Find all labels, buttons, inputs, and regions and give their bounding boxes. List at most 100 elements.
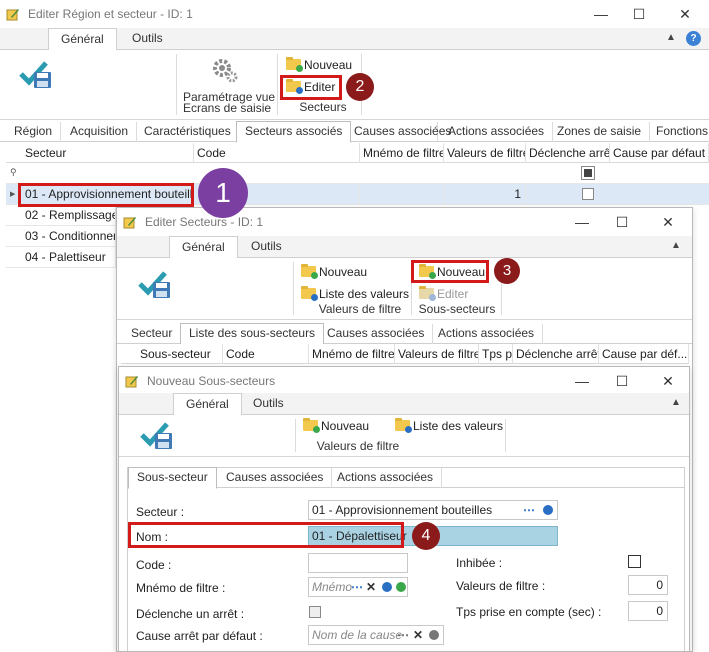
tab-actions-associees[interactable]: Actions associées [329,468,443,488]
tab-causes-associees[interactable]: Causes associées [346,122,451,142]
collapse-ribbon-icon[interactable]: ▲ [671,397,681,408]
nouveau-valeur-button[interactable]: Nouveau [299,263,367,281]
tab-caracteristiques[interactable]: Caractéristiques [136,122,240,142]
ribbon-tab-outils[interactable]: Outils [241,393,296,416]
tps-label: Tps prise en compte (sec) : [456,605,602,619]
col-mnemo[interactable]: Mnémo de filtre [360,143,444,163]
cell-mnemo[interactable] [360,184,444,205]
maximize-button[interactable]: ☐ [628,4,650,24]
col-declenche[interactable]: Déclenche arrêt [526,143,610,163]
minimize-button[interactable]: — [590,4,612,24]
ellipsis-icon[interactable]: ⋯ [397,626,409,644]
maximize-button[interactable]: ☐ [611,371,633,391]
clear-icon[interactable] [543,505,553,515]
add-icon[interactable] [396,582,406,592]
save-close-icon[interactable] [137,268,173,302]
tab-fonctions[interactable]: Fonctions [648,122,709,142]
tab-secteur[interactable]: Secteur [123,324,182,344]
table-row[interactable]: 03 - Conditionnement [6,226,116,247]
secteur-field[interactable]: 01 - Approvisionnement bouteilles ⋯ [308,500,558,520]
col-code[interactable]: Code [194,143,360,163]
filter-row[interactable]: ⚲ [6,163,709,184]
tab-acquisition[interactable]: Acquisition [62,122,138,142]
ribbon-separator [293,262,294,315]
ellipsis-icon[interactable]: ⋯ [351,578,363,596]
liste-valeurs-button[interactable]: Liste des valeurs [299,285,409,303]
tab-actions-associees[interactable]: Actions associées [430,324,544,344]
tab-sous-secteur[interactable]: Sous-secteur [128,467,217,489]
valeurs-field[interactable]: 0 [628,575,668,595]
filter-checkbox[interactable] [581,166,595,180]
tab-causes-associees[interactable]: Causes associées [319,324,434,344]
inhibee-checkbox[interactable] [628,555,641,568]
cell-secteur[interactable]: 04 - Palettiseur [22,247,116,268]
form-panel: Sous-secteur Causes associées Actions as… [127,467,685,651]
col-sous-secteur[interactable]: Sous-secteur [137,344,223,364]
col-valeurs[interactable]: Valeurs de filtre [444,143,526,163]
cell-secteur[interactable]: 02 - Remplissage [22,205,116,226]
tab-causes-associees[interactable]: Causes associées [218,468,333,488]
table-row[interactable]: 04 - Palettiseur [6,247,116,268]
col-valeurs[interactable]: Valeurs de filtre [395,344,479,364]
settings-gear-icon[interactable] [211,56,239,84]
tps-field[interactable]: 0 [628,601,668,621]
badge-step-3: 3 [494,258,520,284]
tab-liste-sous-secteurs[interactable]: Liste des sous-secteurs [180,323,325,345]
cell-valeurs[interactable]: 1 [444,184,526,205]
ecrans-saisie-label[interactable]: Ecrans de saisie [183,101,271,115]
code-field[interactable] [308,553,408,573]
help-icon[interactable]: ? [686,31,701,46]
col-mnemo[interactable]: Mnémo de filtre [309,344,395,364]
save-close-icon[interactable] [18,58,54,92]
badge-step-4: 4 [412,522,440,550]
close-button[interactable]: ✕ [657,212,679,232]
nouveau-secteur-button[interactable]: Nouveau [284,56,352,74]
folder-new-icon [301,264,318,279]
nouveau-valeur-button[interactable]: Nouveau [301,417,369,435]
main-window-title: Editer Région et secteur - ID: 1 [28,7,193,21]
ribbon-tab-outils[interactable]: Outils [239,236,294,259]
clear-x-icon[interactable]: ✕ [413,626,423,644]
declenche-checkbox[interactable] [309,606,321,618]
main-grid-header: Secteur Code Mnémo de filtre Valeurs de … [6,143,709,163]
col-code[interactable]: Code [223,344,309,364]
liste-valeurs-button[interactable]: Liste des valeurs [393,417,503,435]
clear-icon[interactable] [382,582,392,592]
col-tps[interactable]: Tps pr [479,344,513,364]
highlight-editer-button [280,75,342,100]
tab-secteurs-associes[interactable]: Secteurs associés [236,121,352,143]
cell-secteur[interactable]: 03 - Conditionnement [22,226,116,247]
ribbon-tab-general[interactable]: Général [173,393,242,416]
save-close-icon[interactable] [139,419,175,453]
col-secteur[interactable]: Secteur [22,143,194,163]
col-declenche[interactable]: Déclenche arrêt [513,344,599,364]
minimize-button[interactable]: — [571,212,593,232]
close-button[interactable]: ✕ [657,371,679,391]
folder-list-icon [395,418,412,433]
ribbon-tab-general[interactable]: Général [169,236,238,259]
row-indicator-icon: ▶ [10,191,16,198]
sous-secteurs-grid-header: Sous-secteur Code Mnémo de filtre Valeur… [121,344,689,364]
editer-sous-secteur-button[interactable]: Editer [417,285,468,303]
minimize-button[interactable]: — [571,371,593,391]
maximize-button[interactable]: ☐ [611,212,633,232]
collapse-ribbon-icon[interactable]: ▲ [666,32,676,43]
ellipsis-icon[interactable]: ⋯ [523,501,535,519]
collapse-ribbon-icon[interactable]: ▲ [671,240,681,251]
clear-x-icon[interactable]: ✕ [366,578,376,596]
folder-edit-icon [419,286,436,301]
close-button[interactable]: ✕ [674,4,696,24]
tab-actions-associees[interactable]: Actions associées [440,122,554,142]
col-cause[interactable]: Cause par déf... [599,344,689,364]
mnemo-field[interactable]: Mnémo ⋯ ✕ [308,577,408,597]
table-row[interactable]: 02 - Remplissage [6,205,116,226]
cause-field[interactable]: Nom de la cause ⋯ ✕ [308,625,444,645]
nouveau-label: Nouveau [304,58,353,72]
col-cause[interactable]: Cause par défaut [610,143,709,163]
ribbon-tab-outils[interactable]: Outils [120,28,175,51]
declenche-checkbox[interactable] [582,188,594,200]
tab-zones-saisie[interactable]: Zones de saisie [549,122,651,142]
ribbon-tab-general[interactable]: Général [48,28,117,51]
clear-icon[interactable] [429,630,439,640]
tab-region[interactable]: Région [6,122,62,142]
